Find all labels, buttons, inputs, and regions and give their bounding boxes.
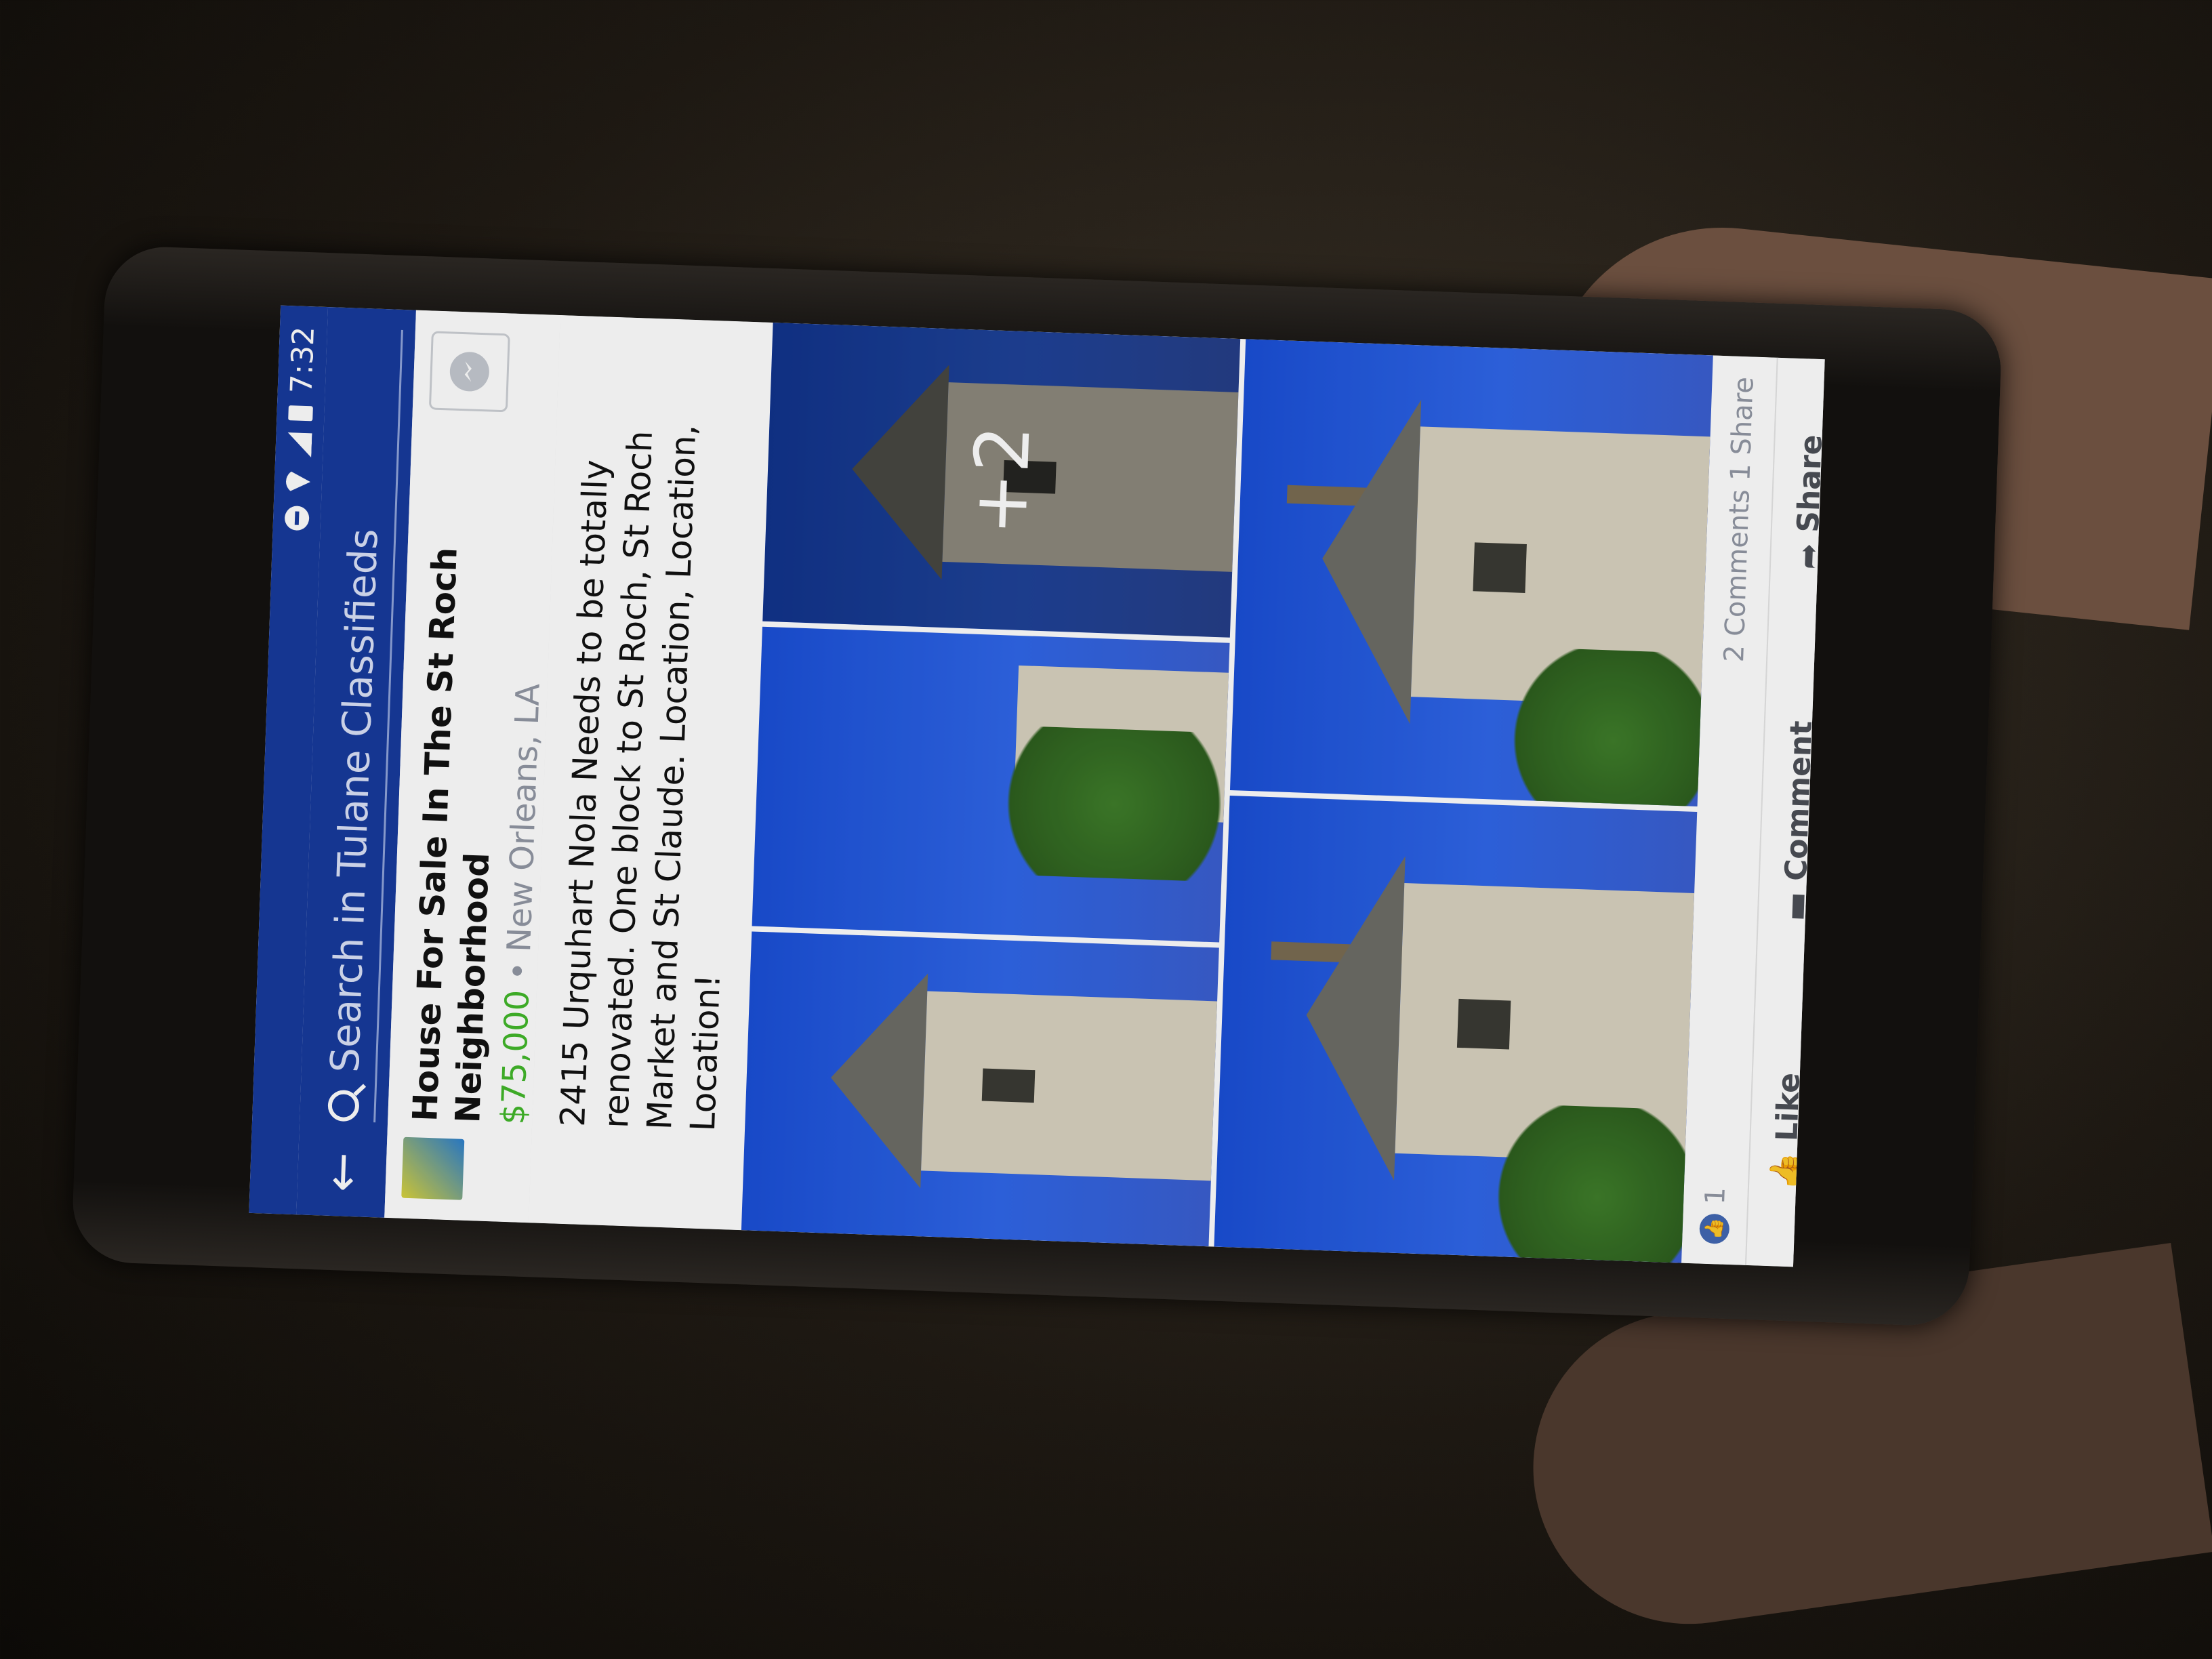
share-label: Share (1790, 434, 1825, 533)
share-button[interactable]: ➦ Share (1788, 434, 1825, 571)
screen: 7:32 ← Search in Tulane Classifieds Hous… (249, 305, 1825, 1267)
like-label: Like (1769, 1071, 1807, 1142)
photo-1[interactable] (741, 931, 1219, 1247)
price: $75,000 (494, 989, 537, 1126)
share-icon: ➦ (1788, 542, 1825, 571)
comments-shares[interactable]: 2 Comments 1 Share (1719, 376, 1760, 663)
search-icon (327, 1089, 360, 1122)
back-arrow-icon[interactable]: ← (313, 1147, 370, 1197)
messenger-icon (449, 351, 490, 392)
photo-5[interactable] (1229, 339, 1713, 807)
like-icon: 👍 (1766, 1151, 1805, 1192)
messenger-button[interactable] (428, 331, 510, 413)
do-not-disturb-icon (284, 505, 310, 531)
likes-count[interactable]: 👍 1 (1698, 1187, 1732, 1245)
status-time: 7:32 (284, 325, 321, 394)
post-description: 2415 Urquhart Nola Needs to be totally r… (529, 315, 773, 1231)
separator-dot: • (499, 960, 538, 981)
like-badge-icon: 👍 (1699, 1213, 1730, 1245)
photo-row-2 (1214, 339, 1713, 1263)
search-input[interactable]: Search in Tulane Classifieds (312, 327, 403, 1123)
comment-button[interactable]: ▬ Comment (1776, 720, 1820, 922)
phone-body: 7:32 ← Search in Tulane Classifieds Hous… (70, 245, 2003, 1328)
comment-label: Comment (1778, 720, 1820, 882)
avatar[interactable] (401, 1136, 465, 1200)
photo-4[interactable] (1214, 795, 1698, 1263)
post-title[interactable]: House For Sale In The St Roch Neighborho… (404, 426, 513, 1124)
battery-icon (288, 405, 313, 422)
signal-icon (287, 432, 312, 457)
search-placeholder: Search in Tulane Classifieds (321, 528, 387, 1073)
more-photos-overlay[interactable]: +2 (762, 322, 1241, 638)
comment-icon: ▬ (1776, 890, 1814, 922)
photo-3[interactable]: +2 (762, 322, 1241, 638)
post-meta: House For Sale In The St Roch Neighborho… (404, 426, 556, 1126)
photo-2[interactable] (752, 627, 1230, 943)
like-button[interactable]: 👍 Like (1767, 1072, 1808, 1191)
wifi-icon (285, 469, 310, 494)
likes-number: 1 (1700, 1187, 1732, 1206)
photo-grid: +2 (741, 322, 1713, 1263)
